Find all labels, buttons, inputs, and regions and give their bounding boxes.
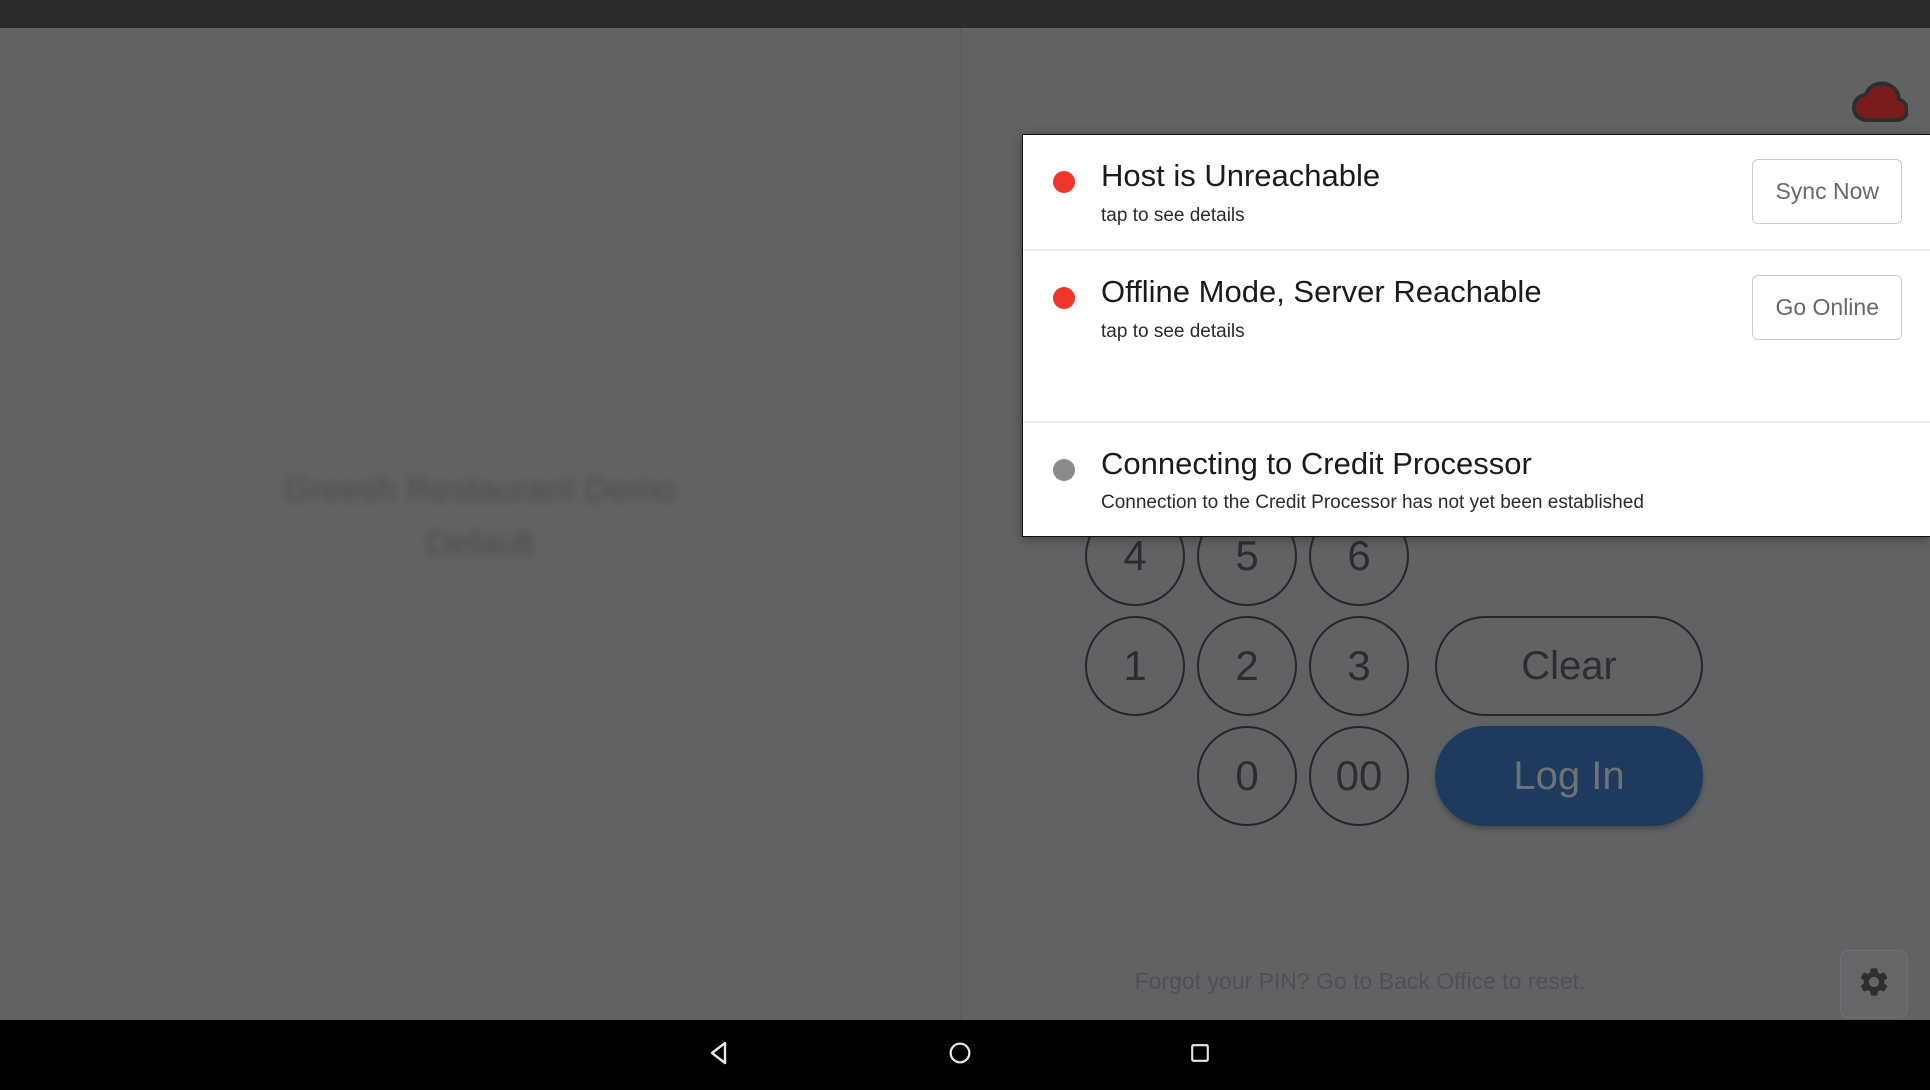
cloud-icon[interactable]: [1852, 80, 1909, 124]
nav-back-button[interactable]: [660, 1020, 780, 1090]
notification-action: Go Online: [1752, 275, 1902, 341]
keypad-row: 0 00 Log In: [1085, 726, 1785, 826]
venue-profile: Default: [426, 525, 534, 564]
notification-credit-processor[interactable]: Connecting to Credit Processor Connectio…: [1023, 422, 1930, 537]
key-spacer: [1085, 726, 1185, 826]
key-00[interactable]: 00: [1309, 726, 1409, 826]
settings-button[interactable]: [1840, 950, 1908, 1018]
key-1[interactable]: 1: [1085, 616, 1185, 716]
pin-keypad: 4 5 6 1 2 3 Clear 0 00 Log In: [1085, 506, 1785, 836]
venue-identity: Greesh Restaurant Demo Default: [0, 468, 960, 566]
android-nav-bar: [0, 1020, 1930, 1090]
connection-status-panel: Host is Unreachable tap to see details S…: [1022, 134, 1930, 538]
key-3[interactable]: 3: [1309, 616, 1409, 716]
keypad-row: 1 2 3 Clear: [1085, 616, 1785, 716]
notification-title: Host is Unreachable: [1101, 158, 1381, 193]
forgot-pin-hint: Forgot your PIN? Go to Back Office to re…: [1134, 968, 1586, 994]
sync-now-button[interactable]: Sync Now: [1752, 159, 1902, 225]
notification-offline-mode[interactable]: Offline Mode, Server Reachable tap to se…: [1023, 250, 1930, 423]
key-0[interactable]: 0: [1197, 726, 1297, 826]
notification-text: Connecting to Credit Processor Connectio…: [1101, 445, 1902, 515]
notification-text: Host is Unreachable tap to see details: [1101, 157, 1732, 227]
clear-button[interactable]: Clear: [1435, 616, 1703, 716]
venue-name: Greesh Restaurant Demo: [284, 471, 676, 509]
notification-subtitle: Connection to the Credit Processor has n…: [1101, 492, 1644, 514]
triangle-back-icon: [705, 1038, 735, 1073]
notification-text: Offline Mode, Server Reachable tap to se…: [1101, 273, 1732, 343]
nav-home-button[interactable]: [900, 1020, 1020, 1090]
key-2[interactable]: 2: [1197, 616, 1297, 716]
notification-subtitle: tap to see details: [1101, 204, 1245, 226]
notification-subtitle: tap to see details: [1101, 320, 1245, 342]
notification-title: Offline Mode, Server Reachable: [1101, 273, 1542, 309]
notification-action: Sync Now: [1752, 159, 1902, 225]
notification-host-unreachable[interactable]: Host is Unreachable tap to see details S…: [1023, 135, 1930, 251]
notification-title: Connecting to Credit Processor: [1101, 445, 1532, 481]
go-online-button[interactable]: Go Online: [1752, 275, 1902, 341]
circle-home-icon: [946, 1039, 974, 1072]
gear-icon: [1857, 965, 1891, 1004]
status-dot-pending: [1053, 458, 1075, 481]
nav-recents-button[interactable]: [1140, 1020, 1260, 1090]
status-dot-error: [1053, 286, 1075, 309]
log-in-button[interactable]: Log In: [1435, 726, 1703, 826]
android-status-bar: [0, 0, 1930, 28]
device-screen: Greesh Restaurant Demo Default 4 5 6 1 2…: [0, 0, 1930, 1090]
status-dot-error: [1053, 171, 1075, 193]
square-recents-icon: [1187, 1040, 1213, 1071]
pane-divider: [960, 28, 962, 1020]
